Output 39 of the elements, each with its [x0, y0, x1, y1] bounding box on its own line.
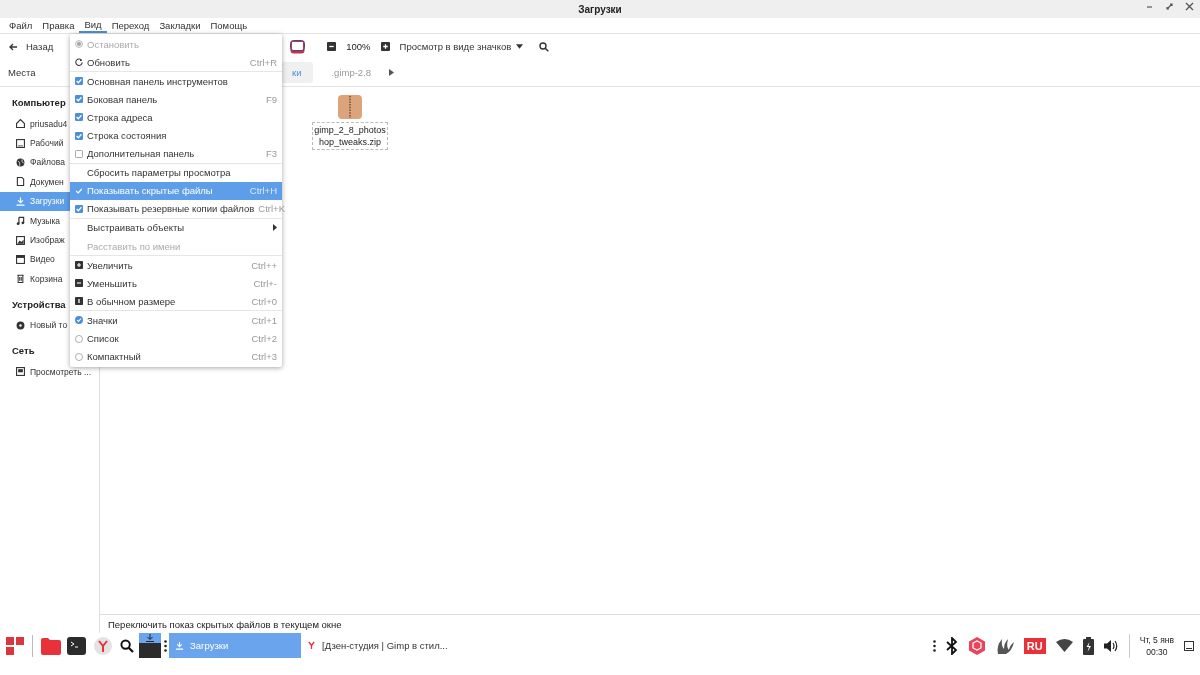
- menu-item[interactable]: Основная панель инструментов: [70, 72, 282, 91]
- sidebar-item[interactable]: Изображ: [0, 230, 67, 250]
- zoom-level: 100%: [346, 41, 371, 52]
- menu-item[interactable]: Закладки: [154, 18, 206, 33]
- menu-item[interactable]: Помощь: [205, 18, 253, 33]
- section-header: Компьютер: [12, 97, 66, 108]
- section-header: Устройства: [12, 298, 66, 310]
- sidebar-item[interactable]: Видео: [0, 249, 57, 270]
- menu-item[interactable]: Строка адреса: [70, 108, 282, 127]
- sidebar-item[interactable]: Корзина: [0, 269, 65, 289]
- section-header: Сеть: [12, 344, 35, 356]
- menu-item[interactable]: Боковая панель F9: [70, 90, 282, 109]
- keyboard-layout-indicator[interactable]: RU: [1023, 637, 1046, 654]
- menu-item[interactable]: Выстраивать объекты: [70, 218, 282, 238]
- sidebar-item[interactable]: priusadu4: [0, 114, 70, 134]
- sidebar-item[interactable]: Рабочий: [0, 133, 66, 153]
- menu-item[interactable]: Обновить Ctrl+R: [70, 53, 282, 72]
- sidebar-item[interactable]: Музыка: [0, 210, 63, 231]
- menu-item[interactable]: Строка состояния: [70, 126, 282, 145]
- view-mode-dropdown[interactable]: Просмотр в виде значков: [399, 41, 524, 52]
- menu-item[interactable]: Значки Ctrl+1: [70, 311, 282, 330]
- task-button[interactable]: [Дзен-студия | Gimp в стил...: [301, 633, 454, 658]
- menu-item[interactable]: Список Ctrl+2: [70, 329, 282, 348]
- sidebar-item[interactable]: Файлова: [0, 152, 67, 173]
- menu-item[interactable]: Сбросить параметры просмотра: [70, 163, 282, 182]
- menu-item[interactable]: Уменьшить Ctrl+-: [70, 274, 282, 293]
- file-name[interactable]: gimp_2_8_photoshop_tweaks.zip: [312, 122, 388, 150]
- menu-item[interactable]: Правка: [37, 18, 80, 33]
- menu-item[interactable]: Дополнительная панель F3: [70, 144, 282, 163]
- menu-item[interactable]: Переход: [106, 18, 155, 33]
- menu-item[interactable]: Файл: [4, 18, 38, 33]
- back-button[interactable]: Назад: [8, 41, 54, 52]
- menu-item[interactable]: В обычном размере Ctrl+0: [70, 292, 282, 311]
- window-title: Загрузки: [578, 3, 622, 15]
- sidebar-item[interactable]: Докумен: [0, 172, 66, 192]
- sidebar-item[interactable]: Новый то: [0, 315, 70, 335]
- clock-time: 00:30: [1146, 645, 1168, 658]
- menu-item[interactable]: Увеличить Ctrl++: [70, 256, 282, 275]
- clock-date: Чт, 5 янв: [1139, 633, 1174, 646]
